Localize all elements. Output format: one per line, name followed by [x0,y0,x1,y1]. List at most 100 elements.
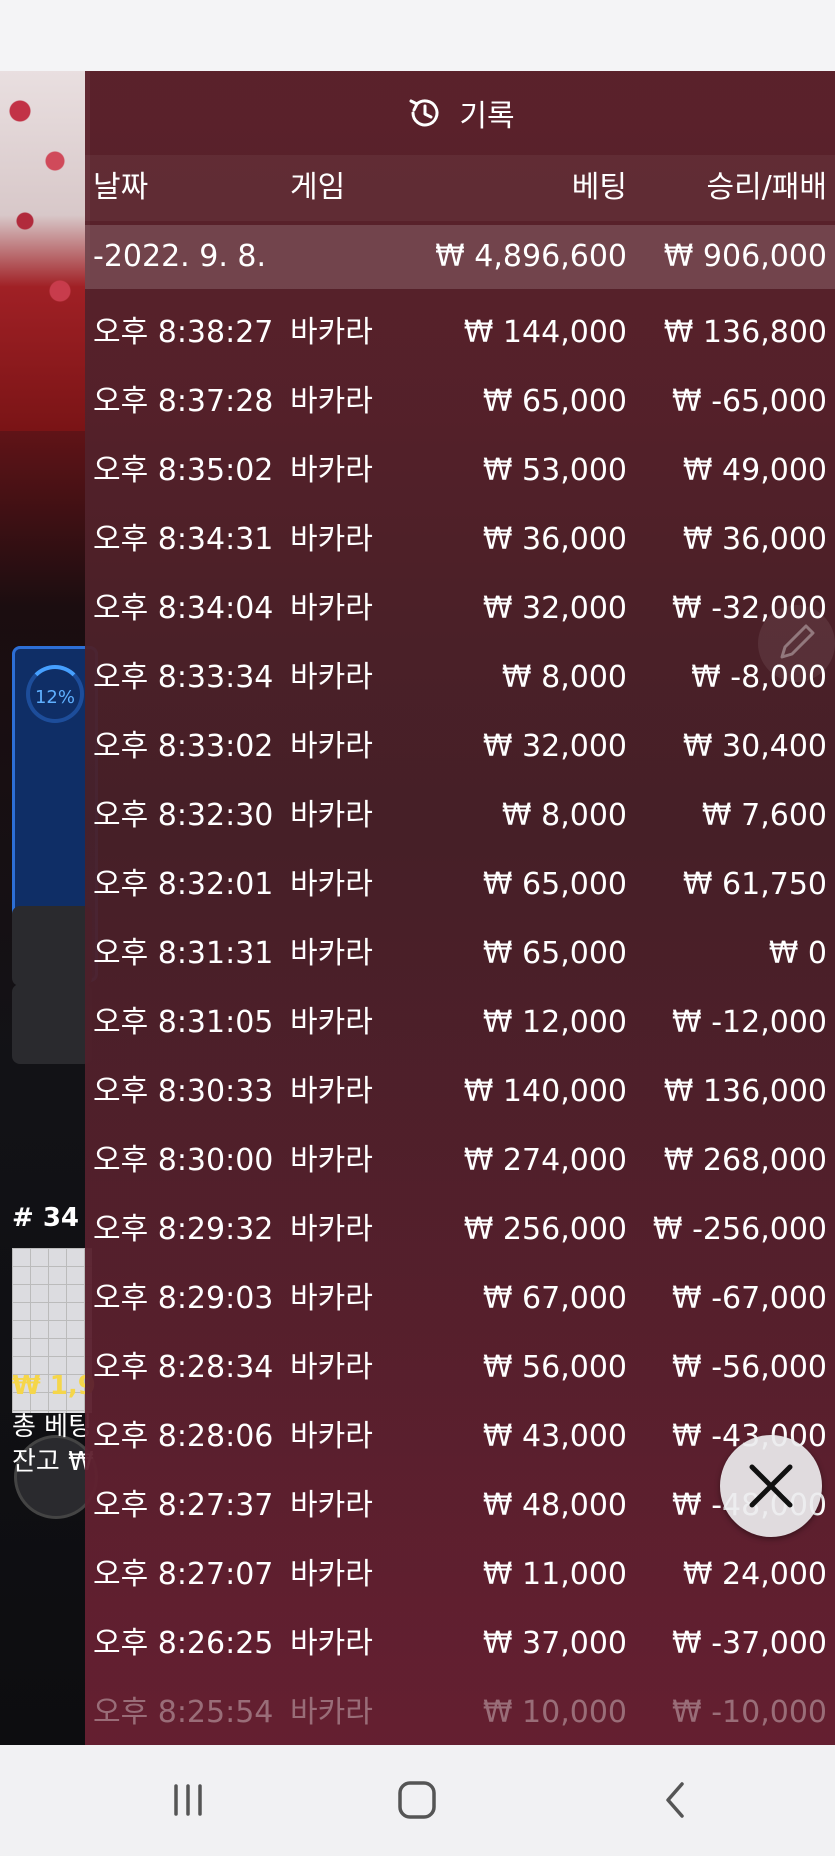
history-row[interactable]: 오후 8:28:06 바카라 ₩ 43,000 ₩ -43,000 [85,1402,835,1471]
row-game: 바카라 [290,1695,373,1730]
back-icon [666,1782,684,1818]
history-row[interactable]: 오후 8:30:00 바카라 ₩ 274,000 ₩ 268,000 [85,1126,835,1195]
row-time: 오후 8:31:31 [93,936,274,971]
history-list: 오후 8:38:27 바카라 ₩ 144,000 ₩ 136,800 오후 8:37:2… [85,298,835,1745]
game-side-button-1 [12,906,92,986]
row-game: 바카라 [290,453,373,488]
row-game: 바카라 [290,1074,373,1109]
row-bet: ₩ 37,000 [482,1626,627,1661]
row-game: 바카라 [290,660,373,695]
history-row[interactable]: 오후 8:33:02 바카라 ₩ 32,000 ₩ 30,400 [85,712,835,781]
column-date[interactable]: 날짜 [93,155,148,221]
history-row[interactable]: 오후 8:35:02 바카라 ₩ 53,000 ₩ 49,000 [85,436,835,505]
row-result: ₩ 24,000 [682,1557,827,1592]
row-game: 바카라 [290,1281,373,1316]
history-row[interactable]: 오후 8:31:31 바카라 ₩ 65,000 ₩ 0 [85,919,835,988]
row-time: 오후 8:27:37 [93,1488,274,1523]
round-number: # 34 [12,1203,80,1233]
remaining-text: 잔고 ₩ [12,1447,94,1477]
row-time: 오후 8:26:25 [93,1626,274,1661]
row-result: ₩ -37,000 [672,1626,827,1661]
row-bet: ₩ 11,000 [482,1557,627,1592]
home-icon [398,1781,436,1819]
back-button[interactable] [616,1745,736,1856]
row-bet: ₩ 140,000 [463,1074,627,1109]
row-game: 바카라 [290,1488,373,1523]
history-row[interactable]: 오후 8:34:31 바카라 ₩ 36,000 ₩ 36,000 [85,505,835,574]
row-bet: ₩ 43,000 [482,1419,627,1454]
column-game[interactable]: 게임 [290,155,345,221]
history-row[interactable]: 오후 8:28:34 바카라 ₩ 56,000 ₩ -56,000 [85,1333,835,1402]
row-result: ₩ -65,000 [672,384,827,419]
date-summary-row[interactable]: -2022. 9. 8. ₩ 4,896,600 ₩ 906,000 [85,225,835,289]
column-header: 날짜 게임 베팅 승리/패배 [85,155,835,221]
row-bet: ₩ 8,000 [501,798,627,833]
row-game: 바카라 [290,729,373,764]
row-result: ₩ 61,750 [682,867,827,902]
row-bet: ₩ 274,000 [463,1143,627,1178]
history-row[interactable]: 오후 8:25:54 바카라 ₩ 10,000 ₩ -10,000 [85,1678,835,1745]
row-bet: ₩ 48,000 [482,1488,627,1523]
history-row[interactable]: 오후 8:29:32 바카라 ₩ 256,000 ₩ -256,000 [85,1195,835,1264]
history-row[interactable]: 오후 8:31:05 바카라 ₩ 12,000 ₩ -12,000 [85,988,835,1057]
summary-result: ₩ 906,000 [663,239,827,274]
row-bet: ₩ 53,000 [482,453,627,488]
history-row[interactable]: 오후 8:32:01 바카라 ₩ 65,000 ₩ 61,750 [85,850,835,919]
row-game: 바카라 [290,1626,373,1661]
row-time: 오후 8:31:05 [93,1005,274,1040]
history-row[interactable]: 오후 8:26:25 바카라 ₩ 37,000 ₩ -37,000 [85,1609,835,1678]
home-button[interactable] [357,1745,477,1856]
row-time: 오후 8:30:00 [93,1143,274,1178]
row-game: 바카라 [290,1143,373,1178]
recent-apps-button[interactable] [128,1745,248,1856]
history-row[interactable]: 오후 8:34:04 바카라 ₩ 32,000 ₩ -32,000 [85,574,835,643]
panel-title: 기록 [459,99,515,134]
row-bet: ₩ 36,000 [482,522,627,557]
row-time: 오후 8:38:27 [93,315,274,350]
history-row[interactable]: 오후 8:29:03 바카라 ₩ 67,000 ₩ -67,000 [85,1264,835,1333]
history-row[interactable]: 오후 8:38:27 바카라 ₩ 144,000 ₩ 136,800 [85,298,835,367]
history-row[interactable]: 오후 8:30:33 바카라 ₩ 140,000 ₩ 136,000 [85,1057,835,1126]
close-button[interactable] [720,1435,822,1537]
row-time: 오후 8:27:07 [93,1557,274,1592]
column-result[interactable]: 승리/패배 [706,155,827,221]
row-bet: ₩ 144,000 [463,315,627,350]
total-bet-text: 총 베팅 [12,1412,93,1442]
row-time: 오후 8:29:03 [93,1281,274,1316]
row-result: ₩ -67,000 [672,1281,827,1316]
history-row[interactable]: 오후 8:27:07 바카라 ₩ 11,000 ₩ 24,000 [85,1540,835,1609]
column-bet[interactable]: 베팅 [572,155,627,221]
row-bet: ₩ 65,000 [482,384,627,419]
row-result: ₩ 136,800 [663,315,827,350]
row-game: 바카라 [290,591,373,626]
history-row[interactable]: 오후 8:32:30 바카라 ₩ 8,000 ₩ 7,600 [85,781,835,850]
row-result: ₩ 0 [768,936,827,971]
row-time: 오후 8:28:06 [93,1419,274,1454]
row-game: 바카라 [290,522,373,557]
row-bet: ₩ 56,000 [482,1350,627,1385]
row-time: 오후 8:30:33 [93,1074,274,1109]
row-result: ₩ 30,400 [682,729,827,764]
row-time: 오후 8:32:30 [93,798,274,833]
row-game: 바카라 [290,315,373,350]
row-time: 오후 8:34:04 [93,591,274,626]
progress-ring: 12% [26,665,84,723]
system-nav-bar [0,1745,835,1856]
pencil-icon[interactable] [758,605,835,682]
game-side-button-2 [12,984,92,1064]
history-row[interactable]: 오후 8:33:34 바카라 ₩ 8,000 ₩ -8,000 [85,643,835,712]
row-result: ₩ 36,000 [682,522,827,557]
row-bet: ₩ 256,000 [463,1212,627,1247]
history-row[interactable]: 오후 8:37:28 바카라 ₩ 65,000 ₩ -65,000 [85,367,835,436]
row-time: 오후 8:37:28 [93,384,274,419]
row-time: 오후 8:33:34 [93,660,274,695]
row-result: ₩ 49,000 [682,453,827,488]
row-bet: ₩ 65,000 [482,936,627,971]
row-bet: ₩ 65,000 [482,867,627,902]
row-bet: ₩ 8,000 [501,660,627,695]
row-time: 오후 8:29:32 [93,1212,274,1247]
row-time: 오후 8:33:02 [93,729,274,764]
row-result: ₩ 268,000 [663,1143,827,1178]
row-result: ₩ 7,600 [701,798,827,833]
row-time: 오후 8:25:54 [93,1695,274,1730]
